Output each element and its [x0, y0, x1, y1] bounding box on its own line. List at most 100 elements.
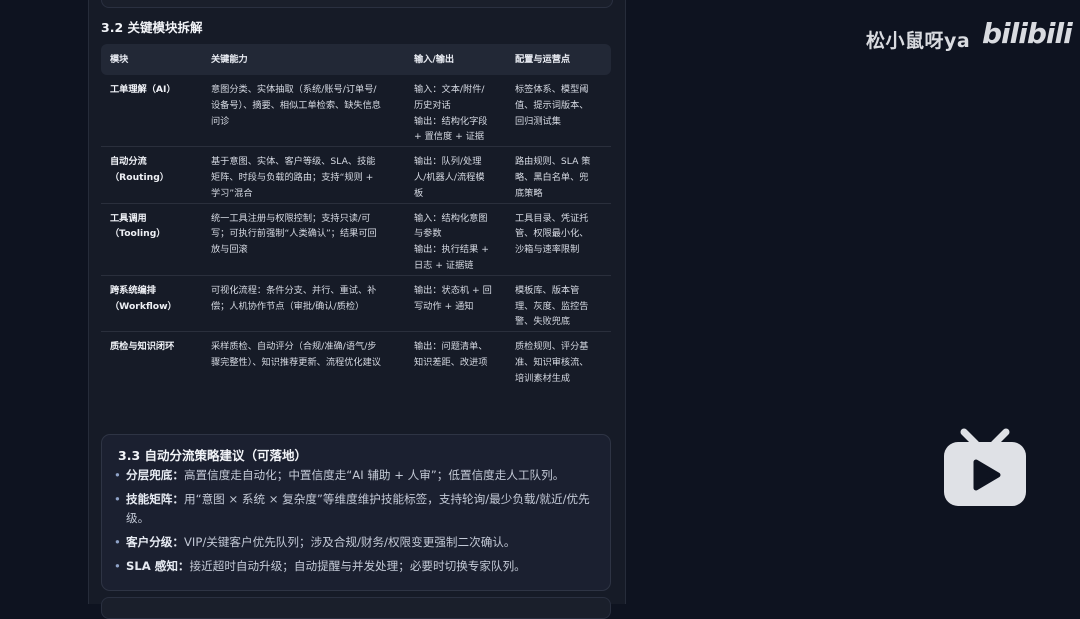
- strategy-list: • 分层兜底：高置信度走自动化；中置信度走“AI 辅助 + 人审”；低置信度走人工…: [114, 466, 604, 581]
- header-io: 输入/输出: [405, 44, 506, 75]
- cell-line: 知识差距、改进项: [414, 356, 488, 368]
- cell-line: 管、权限最小化、: [515, 228, 589, 240]
- cell-line: 基于意图、实体、客户等级、SLA、技能: [211, 156, 376, 168]
- cell-line: 工具调用: [110, 212, 147, 224]
- config-cell: 路由规则、SLA 策略、黑白名单、兜 底策略: [506, 146, 611, 204]
- cell-line: 采样质检、自动评分（合规/准确/语气/步: [211, 341, 377, 353]
- cell-line: 问诊: [211, 115, 230, 127]
- table-row: 工单理解（AI） 意图分类、实体抽取（系统/账号/订单号/设备号）、摘要、相似工单…: [101, 75, 611, 148]
- cell-line: 放与回滚: [211, 244, 248, 256]
- io-cell: 输出：状态机 + 回写动作 + 通知: [405, 275, 506, 333]
- previous-card: [101, 0, 613, 8]
- config-cell: 模板库、版本管 理、灰度、监控告 警、失败兜底: [506, 275, 611, 333]
- module-cell: 质检与知识闭环: [101, 332, 202, 388]
- cell-line: （Tooling）: [110, 228, 166, 240]
- cell-line: 与参数: [414, 228, 442, 240]
- cell-line: 偿；人机协作节点（审批/确认/质检）: [211, 300, 365, 312]
- cell-line: 输出：问题清单、: [414, 341, 488, 353]
- capability-cell: 统一工具注册与权限控制；支持只读/可 写；可执行前强制“人类确认”；结果可回 放与回…: [202, 203, 405, 276]
- cell-line: 人/机器人/流程模: [414, 171, 485, 183]
- strategy-item: • 客户分级：VIP/关键客户优先队列；涉及合规/财务/权限变更强制二次确认。: [114, 533, 604, 552]
- next-card: [101, 597, 611, 619]
- cell-line: 警、失败兜底: [515, 316, 571, 328]
- cell-line: 输出：状态机 + 回: [414, 284, 492, 296]
- table-row: 自动分流 （Routing） 基于意图、实体、客户等级、SLA、技能 矩阵、时段与负载…: [101, 146, 611, 204]
- cell-line: 略、黑白名单、兜: [515, 171, 589, 183]
- document-panel: 3.2 关键模块拆解 模块 关键能力 输入/输出 配置与运营点 工单理解（AI）…: [88, 0, 626, 619]
- cell-line: 回归测试集: [515, 115, 561, 127]
- cell-line: 培训素材生成: [515, 372, 571, 384]
- cell-line: 质检规则、评分基: [515, 341, 589, 353]
- cell-line: 工单理解（AI）: [110, 84, 176, 95]
- strategy-text: 用“意图 × 系统 × 复杂度”等维度维护技能标签，支持轮询/最少负载/就近/优…: [126, 492, 590, 525]
- cell-line: 学习”混合: [211, 187, 253, 199]
- cell-line: 工具目录、凭证托: [515, 212, 589, 224]
- table-row: 质检与知识闭环 采样质检、自动评分（合规/准确/语气/步 骤完整性）、知识推荐更新、…: [101, 332, 611, 388]
- io-cell: 输出：队列/处理 人/机器人/流程模板: [405, 146, 506, 204]
- config-cell: 标签体系、模型阈 值、提示词版本、 回归测试集: [506, 75, 611, 148]
- cell-line: 设备号）、摘要、相似工单检索、缺失信息: [211, 99, 381, 111]
- bullet-icon: •: [114, 468, 121, 482]
- io-cell: 输入：结构化意图 与参数 输出：执行结果 + 日志 + 证据链: [405, 203, 506, 276]
- cell-line: 自动分流: [110, 156, 147, 168]
- strategy-text: 高置信度走自动化；中置信度走“AI 辅助 + 人审”；低置信度走人工队列。: [183, 468, 565, 482]
- cell-line: 输入：文本/附件/: [414, 84, 485, 95]
- capability-cell: 基于意图、实体、客户等级、SLA、技能 矩阵、时段与负载的路由；支持“规则 + 学习…: [202, 146, 405, 204]
- cell-line: 写；可执行前强制“人类确认”；结果可回: [211, 228, 377, 240]
- cell-line: 矩阵、时段与负载的路由；支持“规则 +: [211, 171, 374, 183]
- cell-line: 质检与知识闭环: [110, 341, 175, 353]
- strategy-text: 接近超时自动升级；自动提醒与并发处理；必要时切换专家队列。: [189, 559, 526, 573]
- header-module: 模块: [101, 44, 202, 75]
- section-title: 3.2 关键模块拆解: [101, 20, 203, 35]
- module-cell: 自动分流 （Routing）: [101, 146, 202, 204]
- uploader-watermark: 松小鼠呀ya: [866, 30, 971, 52]
- header-config: 配置与运营点: [506, 44, 611, 75]
- config-cell: 工具目录、凭证托 管、权限最小化、 沙箱与速率限制: [506, 203, 611, 276]
- cell-line: 输出：队列/处理: [414, 156, 482, 168]
- routing-strategy-card: 3.3 自动分流策略建议（可落地） • 分层兜底：高置信度走自动化；中置信度走“A…: [101, 434, 611, 591]
- header-capability: 关键能力: [202, 44, 405, 75]
- strategy-term: 技能矩阵：: [126, 492, 184, 506]
- cell-line: 路由规则、SLA 策: [515, 156, 591, 168]
- strategy-term: 客户分级：: [126, 535, 184, 549]
- strategy-term: 分层兜底：: [126, 468, 184, 482]
- cell-line: 板: [414, 187, 424, 199]
- strategy-text: VIP/关键客户优先队列；涉及合规/财务/权限变更强制二次确认。: [183, 535, 516, 549]
- strategy-item: • 技能矩阵：用“意图 × 系统 × 复杂度”等维度维护技能标签，支持轮询/最少负…: [114, 490, 604, 528]
- cell-line: 统一工具注册与权限控制；支持只读/可: [211, 212, 371, 224]
- strategy-item: • 分层兜底：高置信度走自动化；中置信度走“AI 辅助 + 人审”；低置信度走人工…: [114, 466, 604, 485]
- io-cell: 输出：问题清单、 知识差距、改进项: [405, 332, 506, 388]
- cell-line: 输出：执行结果 +: [414, 244, 489, 256]
- cell-line: 意图分类、实体抽取（系统/账号/订单号/: [211, 84, 377, 95]
- cell-line: 骤完整性）、知识推荐更新、流程优化建议: [211, 356, 381, 368]
- cell-line: （Routing）: [110, 171, 169, 183]
- cell-line: 跨系统编排: [110, 284, 156, 296]
- cell-line: 理、灰度、监控告: [515, 300, 589, 312]
- table-row: 工具调用 （Tooling） 统一工具注册与权限控制；支持只读/可 写；可执行前强制“…: [101, 203, 611, 276]
- io-cell: 输入：文本/附件/历史对话 输出：结构化字段 + 置信度 + 证据: [405, 75, 506, 148]
- bullet-icon: •: [114, 535, 121, 549]
- capability-cell: 采样质检、自动评分（合规/准确/语气/步 骤完整性）、知识推荐更新、流程优化建议: [202, 332, 405, 388]
- cell-line: 写动作 + 通知: [414, 300, 474, 312]
- bullet-icon: •: [114, 492, 121, 506]
- strategy-term: SLA 感知：: [126, 559, 190, 573]
- cell-line: 输出：结构化字段: [414, 115, 488, 127]
- card-title: 3.3 自动分流策略建议（可落地）: [118, 448, 307, 463]
- cell-line: 沙箱与速率限制: [515, 244, 580, 256]
- module-cell: 跨系统编排 （Workflow）: [101, 275, 202, 333]
- cell-line: 标签体系、模型阈: [515, 84, 589, 95]
- table-header-row: 模块 关键能力 输入/输出 配置与运营点: [101, 44, 611, 75]
- cell-line: + 置信度 + 证据: [414, 131, 485, 143]
- module-cell: 工单理解（AI）: [101, 75, 202, 148]
- bilibili-tv-play-icon[interactable]: [940, 426, 1030, 510]
- capability-cell: 意图分类、实体抽取（系统/账号/订单号/设备号）、摘要、相似工单检索、缺失信息问…: [202, 75, 405, 148]
- bullet-icon: •: [114, 559, 121, 573]
- cell-line: 准、知识审核流、: [515, 356, 589, 368]
- cell-line: 可视化流程：条件分支、并行、重试、补: [211, 284, 377, 296]
- bilibili-logo: bilibili: [982, 17, 1073, 50]
- config-cell: 质检规则、评分基 准、知识审核流、 培训素材生成: [506, 332, 611, 388]
- table-row: 跨系统编排 （Workflow） 可视化流程：条件分支、并行、重试、补 偿；人机协作节…: [101, 275, 611, 333]
- cell-line: 值、提示词版本、: [515, 99, 589, 111]
- strategy-item: • SLA 感知：接近超时自动升级；自动提醒与并发处理；必要时切换专家队列。: [114, 557, 604, 576]
- cell-line: 模板库、版本管: [515, 284, 580, 296]
